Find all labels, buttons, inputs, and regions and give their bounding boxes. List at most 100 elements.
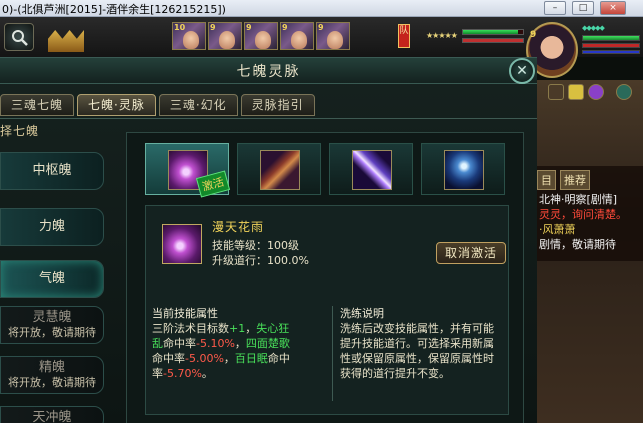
search-button[interactable] bbox=[4, 23, 34, 51]
nav-item-tianchong: 天冲魄 bbox=[0, 406, 104, 423]
nav-item-locked-note: 将开放，敬请期待 bbox=[8, 326, 96, 339]
cancel-activation-button[interactable]: 取消激活 bbox=[436, 242, 506, 264]
dialog-titlebar: 七魄灵脉 ✕ bbox=[0, 58, 537, 84]
nav-item-locked-note: 将开放，敬请期待 bbox=[8, 376, 96, 389]
wash-header: 洗练说明 bbox=[340, 307, 384, 320]
skill-slot[interactable] bbox=[421, 143, 505, 195]
crown-emblem-icon bbox=[48, 30, 84, 52]
portrait-icon bbox=[291, 31, 307, 49]
party-member[interactable]: 9 bbox=[280, 22, 314, 50]
attr-text: 率 bbox=[152, 367, 163, 380]
portrait-icon bbox=[255, 31, 271, 49]
quest-line[interactable]: ·风萧萧 bbox=[539, 222, 627, 237]
nav-item-strength[interactable]: 力魄 bbox=[0, 208, 104, 246]
skill-progress-value: 100.0% bbox=[267, 254, 309, 267]
scroll-icon[interactable] bbox=[568, 84, 584, 100]
party-member-level: 9 bbox=[210, 23, 216, 32]
search-icon bbox=[12, 30, 28, 46]
nav-item-qi[interactable]: 气魄 bbox=[0, 260, 104, 298]
nav-item-label: 中枢魄 bbox=[32, 163, 72, 178]
maximize-button[interactable]: □ bbox=[572, 1, 594, 15]
party-member[interactable]: 9 bbox=[244, 22, 278, 50]
player-hp-bar bbox=[582, 35, 640, 41]
player-status-bars: ◆◆◆◆◆ bbox=[582, 24, 640, 54]
quest-line[interactable]: 北神·明察[剧情] bbox=[539, 192, 627, 207]
player-level: 9 bbox=[530, 30, 537, 40]
portrait-icon bbox=[327, 31, 343, 49]
skill-slots: 激活 bbox=[145, 143, 505, 198]
orb-icon[interactable] bbox=[588, 84, 604, 100]
party-member[interactable]: 9 bbox=[316, 22, 350, 50]
skill-slot[interactable] bbox=[329, 143, 413, 195]
buff-dots-icon: ◆◆◆◆◆ bbox=[582, 24, 605, 32]
nav-item-label: 天冲魄 bbox=[32, 410, 72, 423]
nav-item-wisdom: 灵慧魄 将开放，敬请期待 bbox=[0, 306, 104, 344]
attr-text: 命中 bbox=[267, 352, 290, 365]
skill-detail: 漫天花雨 技能等级：100级 升级道行：100.0% 取消激活 当前技能属性 三… bbox=[145, 205, 509, 415]
party-member[interactable]: 9 bbox=[208, 22, 242, 50]
party-member-level: 9 bbox=[282, 23, 288, 32]
tab-seven-spirits-meridian[interactable]: 七魄·灵脉 bbox=[77, 94, 156, 116]
target-hp-bar bbox=[462, 29, 524, 35]
column-separator bbox=[332, 306, 333, 401]
quick-icons bbox=[548, 84, 632, 100]
nav-header: 择七魄 bbox=[0, 124, 40, 138]
arrow-toggle-icon[interactable] bbox=[616, 84, 632, 100]
quest-tab-recommend[interactable]: 推荐 bbox=[560, 170, 590, 190]
wash-explanation: 洗练说明 洗练后改变技能属性，并有可能提升技能道行。可选择采用新属性或保留原属性… bbox=[340, 306, 496, 381]
skill-slot[interactable] bbox=[237, 143, 321, 195]
attr-text: 。 bbox=[201, 367, 213, 380]
attr-bonus: +1 bbox=[229, 322, 246, 335]
tab-three-souls[interactable]: 三魂七魄 bbox=[0, 94, 75, 116]
party-member[interactable]: 10 bbox=[172, 22, 206, 50]
team-flag-badge[interactable]: 队 bbox=[398, 24, 410, 48]
attr-value: -5.00% bbox=[185, 352, 224, 365]
player-mp-bar bbox=[582, 43, 640, 48]
spirit-figure-skill-icon bbox=[444, 150, 484, 190]
attr-skill-name: 失心狂 bbox=[256, 322, 290, 335]
quest-tab-goal[interactable]: 目 bbox=[537, 170, 556, 190]
attr-value: -5.10% bbox=[196, 337, 235, 350]
quest-line[interactable]: 灵灵，询问清楚。 bbox=[539, 207, 627, 222]
portrait-icon bbox=[183, 31, 199, 49]
target-mp-bar bbox=[462, 38, 524, 43]
skill-panel: 激活 漫天花雨 技能等级：100级 升级道行：100.0% 取消激活 当前技能属… bbox=[126, 132, 524, 423]
quest-line: 剧情，敬请期待 bbox=[539, 238, 616, 251]
shortcut-icon[interactable] bbox=[548, 84, 564, 100]
portrait-icon bbox=[219, 31, 235, 49]
nav-item-label: 精魄 bbox=[38, 360, 65, 375]
dialog-title: 七魄灵脉 bbox=[236, 64, 301, 80]
window-title: 0)-(北俱芦洲[2015]-酒伴余生[126215215]) bbox=[2, 3, 226, 16]
skill-level-value: 100级 bbox=[267, 239, 299, 252]
skill-progress: 升级道行：100.0% bbox=[212, 252, 309, 268]
nav-item-label: 灵慧魄 bbox=[32, 310, 72, 325]
current-attributes: 当前技能属性 三阶法术目标数+1，失心狂 乱命中率-5.10%，四面楚歌 命中率… bbox=[152, 306, 324, 381]
wash-text: 洗练后改变技能属性，并有可能提升技能道行。可选择采用新属性或保留原属性，保留原属… bbox=[340, 322, 494, 380]
quest-panel: 目 推荐 北神·明察[剧情] 灵灵，询问清楚。 ·风萧萧 剧情，敬请期待 bbox=[537, 166, 643, 261]
rating-stars-icon: ★★★★★ bbox=[426, 31, 458, 40]
minimize-button[interactable]: – bbox=[544, 1, 566, 15]
player-exp-bar bbox=[582, 50, 640, 54]
tab-meridian-guide[interactable]: 灵脉指引 bbox=[240, 94, 315, 116]
dialog-tabs: 三魂七魄 七魄·灵脉 三魂·幻化 灵脉指引 bbox=[0, 94, 315, 116]
attr-text: ， bbox=[245, 322, 257, 335]
tab-divider bbox=[0, 118, 537, 119]
attr-text: ， bbox=[223, 352, 235, 365]
light-slash-skill-icon bbox=[352, 150, 392, 190]
skill-progress-label: 升级道行： bbox=[212, 254, 267, 267]
skill-name: 漫天花雨 bbox=[212, 220, 265, 234]
skill-slot[interactable]: 激活 bbox=[145, 143, 231, 198]
tab-soul-transform[interactable]: 三魂·幻化 bbox=[158, 94, 238, 116]
window-titlebar: 0)-(北俱芦洲[2015]-酒伴余生[126215215]) – □ × bbox=[0, 0, 643, 17]
attr-skill-name: 百日眠 bbox=[234, 352, 268, 365]
nav-item-label: 气魄 bbox=[38, 271, 65, 286]
party-member-level: 9 bbox=[318, 23, 324, 32]
window-close-button[interactable]: × bbox=[600, 1, 626, 15]
spirit-nav: 择七魄 中枢魄 力魄 气魄 灵慧魄 将开放，敬请期待 精魄 将开放，敬请期待 天… bbox=[0, 120, 116, 423]
dialog-close-button[interactable]: ✕ bbox=[509, 58, 535, 84]
party-member-level: 9 bbox=[246, 23, 252, 32]
soul-meridian-dialog: 七魄灵脉 ✕ 三魂七魄 七魄·灵脉 三魂·幻化 灵脉指引 择七魄 中枢魄 力魄 … bbox=[0, 57, 537, 423]
nav-item-central[interactable]: 中枢魄 bbox=[0, 152, 104, 190]
skill-level: 技能等级：100级 bbox=[212, 237, 299, 253]
party-member-level: 10 bbox=[174, 23, 186, 32]
